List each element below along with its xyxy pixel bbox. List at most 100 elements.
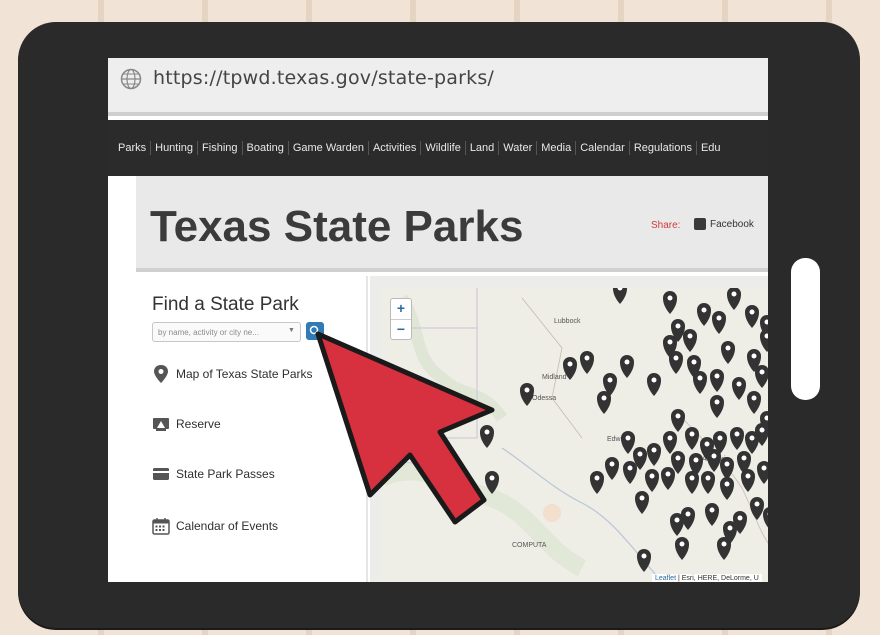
nav-item-land[interactable]: Land xyxy=(466,141,500,155)
park-marker-dot xyxy=(714,373,720,379)
nav-item-boating[interactable]: Boating xyxy=(243,141,289,155)
park-marker-icon[interactable] xyxy=(747,391,761,414)
facebook-icon[interactable] xyxy=(694,218,706,230)
park-marker-icon[interactable] xyxy=(710,395,724,418)
nav-item-wildlife[interactable]: Wildlife xyxy=(421,141,466,155)
park-marker-icon[interactable] xyxy=(710,369,724,392)
sidebar-link-map[interactable]: Map of Texas State Parks xyxy=(152,364,313,384)
park-marker-icon[interactable] xyxy=(669,351,683,374)
park-marker-icon[interactable] xyxy=(685,427,699,450)
park-marker-icon[interactable] xyxy=(760,329,768,352)
sidebar-link-label: State Park Passes xyxy=(176,467,275,481)
nav-item-media[interactable]: Media xyxy=(537,141,577,155)
park-marker-icon[interactable] xyxy=(720,457,734,480)
search-button[interactable] xyxy=(306,322,324,340)
park-marker-icon[interactable] xyxy=(647,373,661,396)
park-marker-icon[interactable] xyxy=(663,431,677,454)
park-marker-dot xyxy=(639,495,645,501)
park-marker-dot xyxy=(689,475,695,481)
park-marker-icon[interactable] xyxy=(683,329,697,352)
park-marker-dot xyxy=(689,431,695,437)
park-marker-dot xyxy=(651,377,657,383)
park-marker-icon[interactable] xyxy=(727,288,741,310)
park-marker-icon[interactable] xyxy=(637,549,651,572)
nav-item-water[interactable]: Water xyxy=(499,141,538,155)
nav-item-fishing[interactable]: Fishing xyxy=(198,141,243,155)
park-marker-icon[interactable] xyxy=(621,431,635,454)
zoom-out-button[interactable]: − xyxy=(391,319,411,339)
park-marker-icon[interactable] xyxy=(485,471,499,494)
park-marker-icon[interactable] xyxy=(480,424,494,448)
park-marker-icon[interactable] xyxy=(681,507,695,530)
sidebar-link-reserve[interactable]: Reserve xyxy=(152,416,221,432)
park-marker-icon[interactable] xyxy=(732,377,746,400)
park-marker-icon[interactable] xyxy=(645,469,659,492)
page-title: Texas State Parks xyxy=(150,202,524,251)
park-marker-icon[interactable] xyxy=(671,409,685,432)
nav-item-regulations[interactable]: Regulations xyxy=(630,141,697,155)
park-marker-icon[interactable] xyxy=(635,491,649,514)
main-nav: Parks Hunting Fishing Boating Game Warde… xyxy=(108,120,768,176)
park-marker-icon[interactable] xyxy=(663,291,677,314)
nav-item-game-warden[interactable]: Game Warden xyxy=(289,141,369,155)
parks-map[interactable]: Lubbock Midland Odessa COMPUTA Auditorio… xyxy=(370,276,768,582)
nav-item-activities[interactable]: Activities xyxy=(369,141,422,155)
park-marker-icon[interactable] xyxy=(623,461,637,484)
park-marker-icon[interactable] xyxy=(741,469,755,492)
park-marker-icon[interactable] xyxy=(520,383,534,406)
sidebar-link-calendar[interactable]: Calendar of Events xyxy=(152,517,278,535)
park-marker-icon[interactable] xyxy=(757,461,768,484)
park-marker-dot xyxy=(637,451,643,457)
park-search-input[interactable]: by name, activity or city ne... xyxy=(152,322,301,342)
nav-item-hunting[interactable]: Hunting xyxy=(151,141,199,155)
park-marker-dot xyxy=(736,381,742,387)
map-canvas[interactable]: Lubbock Midland Odessa COMPUTA Auditorio… xyxy=(382,288,768,582)
park-marker-dot xyxy=(524,387,530,393)
park-marker-dot xyxy=(716,315,722,321)
park-marker-icon[interactable] xyxy=(685,471,699,494)
park-marker-icon[interactable] xyxy=(717,537,731,560)
park-marker-icon[interactable] xyxy=(620,355,634,378)
park-marker-icon[interactable] xyxy=(590,471,604,494)
park-marker-icon[interactable] xyxy=(730,427,744,450)
park-marker-icon[interactable] xyxy=(701,471,715,494)
leaflet-link[interactable]: Leaflet xyxy=(655,575,676,582)
park-pins xyxy=(480,288,768,572)
facebook-link[interactable]: Facebook xyxy=(710,219,754,230)
zoom-in-button[interactable]: + xyxy=(391,299,411,319)
park-marker-dot xyxy=(724,461,730,467)
park-marker-dot xyxy=(701,307,707,313)
park-marker-icon[interactable] xyxy=(693,371,707,394)
address-bar[interactable]: https://tpwd.texas.gov/state-parks/ xyxy=(108,58,768,116)
park-marker-icon[interactable] xyxy=(580,351,594,374)
park-marker-icon[interactable] xyxy=(705,503,719,526)
calendar-icon xyxy=(152,518,170,535)
nav-item-calendar[interactable]: Calendar xyxy=(576,141,630,155)
nav-item-education[interactable]: Edu xyxy=(697,141,725,155)
tablet-home-button[interactable] xyxy=(791,258,820,400)
park-marker-icon[interactable] xyxy=(755,365,768,388)
park-marker-icon[interactable] xyxy=(720,477,734,500)
park-marker-icon[interactable] xyxy=(675,537,689,560)
park-marker-icon[interactable] xyxy=(707,449,721,472)
park-marker-dot xyxy=(737,515,743,521)
park-marker-icon[interactable] xyxy=(745,305,759,328)
park-marker-icon[interactable] xyxy=(661,467,675,490)
nav-item-parks[interactable]: Parks xyxy=(114,141,152,155)
dropdown-caret-icon[interactable]: ▼ xyxy=(288,327,295,334)
park-marker-icon[interactable] xyxy=(750,497,764,520)
park-marker-icon[interactable] xyxy=(712,311,726,334)
park-marker-icon[interactable] xyxy=(697,303,711,326)
park-marker-icon[interactable] xyxy=(605,457,619,480)
park-marker-dot xyxy=(741,455,747,461)
park-marker-dot xyxy=(651,447,657,453)
park-marker-icon[interactable] xyxy=(763,507,768,530)
park-marker-icon[interactable] xyxy=(647,443,661,466)
park-marker-icon[interactable] xyxy=(721,341,735,364)
url-text[interactable]: https://tpwd.texas.gov/state-parks/ xyxy=(153,67,494,89)
share-label: Share: xyxy=(651,220,681,231)
park-marker-icon[interactable] xyxy=(597,391,611,414)
park-marker-icon[interactable] xyxy=(563,357,577,380)
park-marker-dot xyxy=(567,361,573,367)
sidebar-link-passes[interactable]: State Park Passes xyxy=(152,467,275,481)
